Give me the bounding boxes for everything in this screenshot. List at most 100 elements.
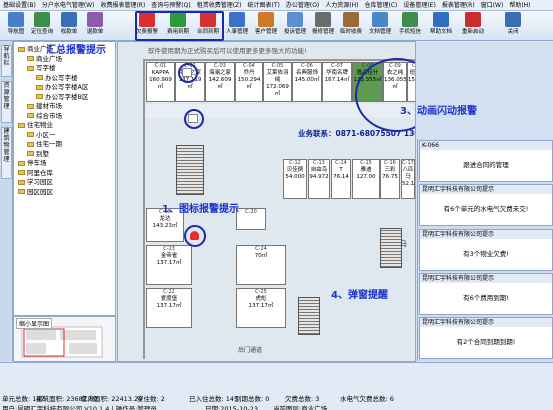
alert-popup[interactable]: K-066 跟进合同的管理 <box>419 140 553 182</box>
tree-node-label: 住宅一期 <box>36 140 62 148</box>
shop-unit[interactable]: C-25 虎彪 137.17㎡ <box>236 288 286 328</box>
shop-unit[interactable]: C-12 贝佳倒 54.000 <box>283 159 307 199</box>
toolbar-button-personnel[interactable]: 人事管理 <box>224 12 250 40</box>
shop-unit[interactable]: C-15 雅迪 127.00 <box>352 159 380 199</box>
shop-area: 52.18 <box>402 181 415 187</box>
shop-code: C-16 <box>384 160 396 166</box>
status-stat: 已入住总数: 145 <box>189 395 239 403</box>
alert-popup-message: 有6个单元的水电气欠费未交! <box>443 205 529 213</box>
tree-node[interactable]: 写字楼 <box>27 64 56 72</box>
folder-icon <box>27 151 34 156</box>
alert-popup[interactable]: 昆明汇宇科技有限公司提示 有3个物业欠费! <box>419 229 553 271</box>
toolbar-button-repair[interactable]: 报修管理 <box>310 12 336 40</box>
shop-unit[interactable]: C-06 名典服饰 145.00㎡ <box>292 62 322 102</box>
tree-node[interactable]: 住宅物业 <box>18 121 53 129</box>
toolbar-button-document[interactable]: 文档管理 <box>367 12 393 40</box>
tree-node[interactable]: 别墅 <box>27 150 49 158</box>
status-stat: 水电气欠费总数: 6 <box>340 395 394 403</box>
side-tab-buildings[interactable]: 建筑物管理 <box>1 127 12 179</box>
shop-unit[interactable]: C-24 70㎡ <box>236 245 286 285</box>
toolbar-button-help[interactable]: 帮助文档 <box>428 12 454 40</box>
alert-popup-title: 昆明汇宇科技有限公司提示 <box>420 318 552 327</box>
shop-area: 143.23㎡ <box>152 223 178 229</box>
alarm-highlight-ring <box>184 225 206 247</box>
shop-unit[interactable]: C-16 三彩 76.75 <box>380 159 400 199</box>
menu-item[interactable]: 设备管理(E) <box>400 0 438 10</box>
shop-area: 142.609㎡ <box>208 77 232 90</box>
shop-unit[interactable]: C-20 <box>236 208 266 230</box>
tree-node-label: 小区一 <box>36 130 56 139</box>
menu-item[interactable]: 分户水电气管理(W) <box>39 0 98 10</box>
shop-unit[interactable]: C-01 KAPPA 160.909㎡ <box>146 62 175 102</box>
shop-area: 145.00㎡ <box>294 77 320 83</box>
shop-unit[interactable]: C-07 华南名牌 167.14㎡ <box>322 62 352 102</box>
tree-node[interactable]: 学习园区 <box>18 178 53 186</box>
menu-item[interactable]: 报表管理(R) <box>439 0 478 10</box>
folder-icon <box>18 189 25 194</box>
tree-node-label: 停车场 <box>27 159 47 167</box>
toolbar: 导航图 定位查询 收款单 退款单 欠费报警 费用到期 合同到期 人事管理 客户管理 投诉管理 报修管… <box>0 11 553 41</box>
corridor-label: 后门通道 <box>238 347 263 354</box>
refund-icon <box>87 12 103 27</box>
shop-code: C-06 <box>301 63 313 69</box>
shop-unit[interactable]: C-04 乔丹 150.294㎡ <box>235 62 263 102</box>
menu-item[interactable]: 查询与预警(Q) <box>148 0 193 10</box>
menu-item[interactable]: 窗口(W) <box>478 0 507 10</box>
tree-node[interactable]: 建材市场 <box>27 102 62 110</box>
shop-unit[interactable]: C-22 爱度堡 137.17㎡ <box>146 288 192 328</box>
shop-unit[interactable]: C-13 自由鸟 94.972 <box>308 159 330 199</box>
menu-item[interactable]: 帮助(H) <box>506 0 533 10</box>
toolbar-button-sms[interactable]: 手机短信 <box>397 12 423 40</box>
tree-node[interactable]: 阿里仓库 <box>18 169 53 177</box>
folder-icon <box>18 122 25 128</box>
alert-popup[interactable]: 昆明汇宇科技有限公司提示 有6个单元的水电气欠费未交! <box>419 184 553 226</box>
tree-node-label: 建材市场 <box>36 102 62 110</box>
tree-node[interactable]: 小区一 <box>27 131 56 139</box>
menu-item[interactable]: 租赁收费管理(Z) <box>194 0 245 10</box>
menu-item[interactable]: 基础设置(B) <box>0 0 39 10</box>
tree-node[interactable]: 停车场 <box>18 159 47 167</box>
navigation-map-icon <box>8 12 24 27</box>
shop-area: 137.17㎡ <box>156 303 182 309</box>
toolbar-button-restart[interactable]: 重新启动 <box>460 12 486 40</box>
menu-item[interactable]: 统计图表(T) <box>245 0 283 10</box>
shop-unit[interactable]: C-14 T 76.14 <box>331 159 351 199</box>
tree-node[interactable]: 综合市场 <box>27 112 62 120</box>
toolbar-button-refund[interactable]: 退款单 <box>82 12 108 40</box>
tree-node-label: 综合市场 <box>36 111 62 120</box>
alert-popup[interactable]: 昆明汇宇科技有限公司提示 有6个费用到期! <box>419 273 553 315</box>
toolbar-button-complaint[interactable]: 投诉管理 <box>282 12 308 40</box>
shop-unit[interactable]: C-23 金帝雀 137.17㎡ <box>146 245 192 285</box>
shop-unit[interactable]: C-17八匹马52.18 <box>401 159 415 199</box>
tree-node[interactable]: 住宅一期 <box>27 140 62 148</box>
close-icon <box>505 12 521 27</box>
tree-node[interactable]: 办公写字楼 <box>36 74 78 82</box>
tree-node[interactable]: 办公写字楼A区 <box>36 83 88 91</box>
minimap-title: 缩小显示图 <box>16 318 53 329</box>
document-icon <box>372 12 388 27</box>
alert-popup-title: K-066 <box>420 141 552 150</box>
alert-popup-message: 有3个物业欠费! <box>463 250 509 258</box>
help-icon <box>433 12 449 27</box>
toolbar-button-temp-fee[interactable]: 临时收费 <box>338 12 364 40</box>
toolbar-button-customer[interactable]: 客户管理 <box>253 12 279 40</box>
personnel-icon <box>229 12 245 27</box>
shop-unit[interactable]: C-03 海澜之家 142.609㎡ <box>205 62 235 102</box>
tree-node[interactable]: 办公写字楼B区 <box>36 93 88 101</box>
shop-name: 华南名牌 <box>325 70 348 76</box>
menu-item[interactable]: 办公管理(O) <box>283 0 322 10</box>
alert-popup[interactable]: 昆明汇宇科技有限公司提示 有2个合同到期到期! <box>419 317 553 359</box>
minimap[interactable]: 缩小显示图 <box>13 316 116 362</box>
side-tab-resources[interactable]: 资源管理 <box>1 81 12 123</box>
side-tab-navigation[interactable]: 导航栏 <box>1 45 12 77</box>
tree-node[interactable]: 园区园区 <box>18 188 53 196</box>
shop-name: 爱度堡 <box>160 296 178 302</box>
shop-unit[interactable]: C-05 艾莱依羽绒 172.069㎡ <box>263 62 292 102</box>
toolbar-button-close[interactable]: 关闭 <box>500 12 526 40</box>
menu-item[interactable]: 仓库管理(C) <box>361 0 400 10</box>
menu-item[interactable]: 人力资源(H) <box>322 0 361 10</box>
shop-name: T <box>339 167 343 173</box>
shop-code: C-01 <box>154 63 167 69</box>
complaint-icon <box>287 12 303 27</box>
menu-item[interactable]: 收费报表管理(R) <box>97 0 148 10</box>
